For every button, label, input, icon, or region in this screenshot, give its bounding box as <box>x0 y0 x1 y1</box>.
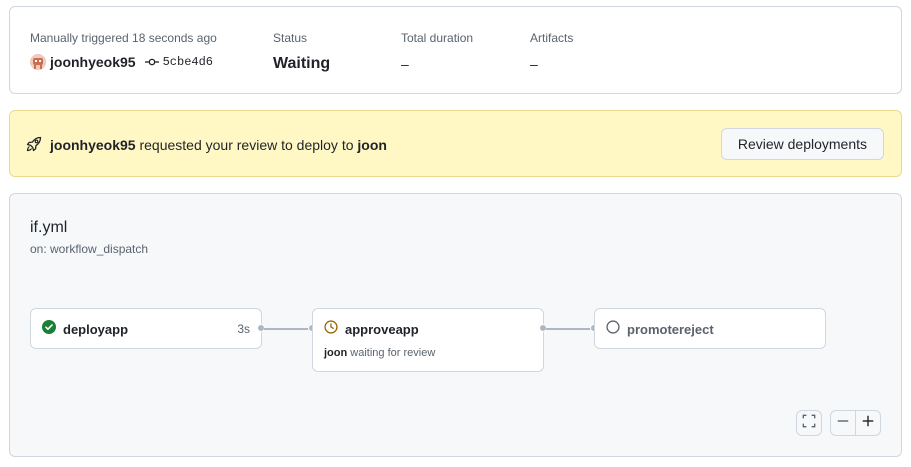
banner-text-middle: requested your review to deploy to <box>139 137 354 153</box>
waiting-note: waiting for review <box>350 347 436 359</box>
trigger-label: Manually triggered 18 seconds ago <box>30 31 217 45</box>
job-card-promotereject[interactable]: promotereject <box>594 308 826 349</box>
fullscreen-button[interactable] <box>796 410 822 436</box>
clock-icon <box>324 319 338 339</box>
job-name: approveapp <box>345 321 419 337</box>
workflow-name[interactable]: if.yml <box>30 217 67 239</box>
zoom-out-button[interactable] <box>830 410 856 436</box>
job-duration: 3s <box>237 322 250 336</box>
workflow-trigger: on: workflow_dispatch <box>30 242 149 256</box>
requester-link[interactable]: joonhyeok95 <box>50 137 136 153</box>
git-commit-icon <box>144 55 159 69</box>
artifacts-label: Artifacts <box>530 31 574 45</box>
status-value: Waiting <box>273 55 331 72</box>
connector-line <box>546 328 595 330</box>
review-deployments-button[interactable]: Review deployments <box>720 128 884 160</box>
trigger-column: Manually triggered 18 seconds ago joonhy… <box>30 30 217 71</box>
job-name: promotereject <box>627 321 714 337</box>
job-name: deployapp <box>63 321 129 337</box>
reviewer-name: joon <box>324 347 348 359</box>
duration-label: Total duration <box>401 31 474 45</box>
banner-message: joonhyeok95 requested your review to dep… <box>50 135 387 155</box>
artifacts-column: Artifacts – <box>530 30 573 74</box>
review-banner: joonhyeok95 requested your review to dep… <box>9 110 902 177</box>
zoom-in-button[interactable] <box>855 410 881 436</box>
zoom-out-icon <box>836 414 850 433</box>
duration-column: Total duration – <box>401 30 473 74</box>
actor-link[interactable]: joonhyeok95 <box>50 54 136 70</box>
status-label: Status <box>273 31 308 45</box>
commit-sha-link[interactable]: 5cbe4d6 <box>163 55 213 69</box>
connector-line <box>264 328 313 330</box>
status-column: Status Waiting <box>273 30 330 74</box>
avatar[interactable] <box>30 54 46 70</box>
run-summary: Manually triggered 18 seconds ago joonhy… <box>9 6 902 94</box>
rocket-icon <box>26 136 42 157</box>
circle-icon <box>606 319 620 339</box>
job-card-deployapp[interactable]: deployapp 3s <box>30 308 262 349</box>
environment-name: joon <box>357 137 387 153</box>
check-circle-icon <box>42 319 56 339</box>
duration-value: – <box>401 56 409 72</box>
zoom-in-icon <box>861 414 875 433</box>
job-card-approveapp[interactable]: approveapp joon waiting for review <box>312 308 544 372</box>
artifacts-value: – <box>530 56 538 72</box>
workflow-graph: if.yml on: workflow_dispatch deployapp 3… <box>9 193 902 457</box>
fullscreen-icon <box>802 414 816 433</box>
job-status-note: joon waiting for review <box>324 347 435 359</box>
